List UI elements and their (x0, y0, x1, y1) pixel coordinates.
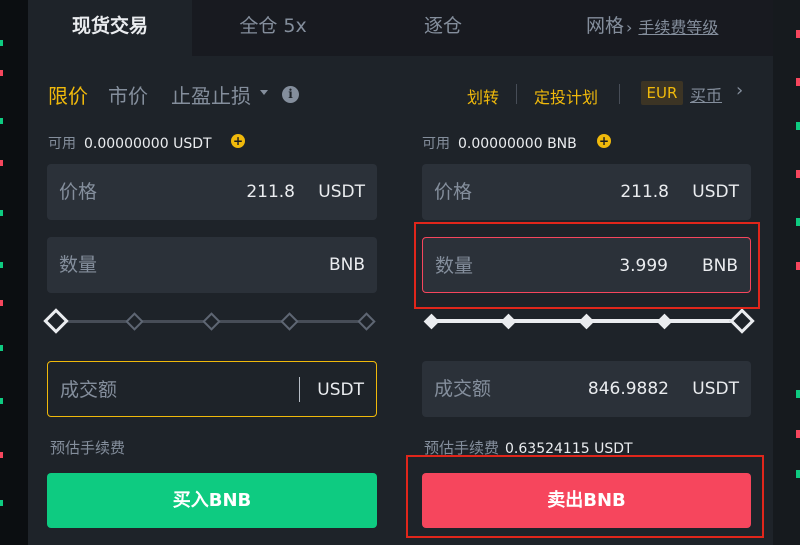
sell-price-input[interactable]: 价格 211.8 USDT (422, 164, 751, 220)
field-unit: USDT (692, 379, 739, 399)
slider-handle[interactable] (43, 308, 69, 334)
text-cursor (299, 377, 300, 402)
field-unit: BNB (328, 255, 365, 275)
tab-cross-margin[interactable]: 全仓 5x (208, 0, 338, 56)
plus-circle-icon[interactable]: + (231, 134, 245, 148)
available-value: 0.00000000 USDT (84, 136, 212, 152)
tab-isolated-margin[interactable]: 逐仓 (388, 0, 498, 56)
highlight-box (406, 455, 764, 538)
order-type-market[interactable]: 市价 (108, 80, 148, 109)
field-label: 成交额 (434, 378, 492, 400)
field-label: 价格 (59, 181, 98, 203)
buy-amount-input[interactable]: 数量 BNB (47, 237, 377, 293)
field-value: 846.9882 (587, 379, 669, 399)
order-type-stop-limit[interactable]: 止盈止损 (171, 80, 251, 109)
buy-price-input[interactable]: 价格 211.8 USDT (47, 164, 377, 220)
chevron-right-icon[interactable]: › (736, 80, 743, 101)
buy-percent-slider[interactable] (43, 308, 377, 334)
field-label: 价格 (434, 181, 473, 203)
buy-crypto-link[interactable]: 买币 (690, 82, 722, 106)
fee-level-link[interactable]: › 手续费等级 (626, 14, 718, 38)
buy-button[interactable]: 买入BNB (47, 473, 377, 528)
field-unit: USDT (317, 380, 364, 400)
field-unit: USDT (318, 182, 365, 202)
slider-handle[interactable] (729, 308, 755, 334)
field-value: 211.8 (620, 182, 669, 202)
available-label: 可用 (48, 136, 76, 152)
chevron-right-icon: › (626, 18, 633, 37)
field-unit: USDT (692, 182, 739, 202)
available-value: 0.00000000 BNB (458, 136, 577, 152)
slider-step-100[interactable] (357, 312, 376, 331)
divider (516, 84, 517, 104)
field-label: 数量 (59, 254, 98, 276)
tab-grid[interactable]: 网格 (586, 0, 626, 56)
field-label: 成交额 (60, 379, 118, 401)
slider-step-0[interactable] (423, 313, 440, 330)
tab-spot[interactable]: 现货交易 (28, 0, 192, 56)
sell-total-input[interactable]: 成交额 846.9882 USDT (422, 361, 751, 417)
field-value: 211.8 (246, 182, 295, 202)
slider-step-50[interactable] (202, 312, 221, 331)
slider-step-25[interactable] (500, 313, 517, 330)
slider-step-75[interactable] (656, 313, 673, 330)
highlight-box (414, 222, 760, 309)
slider-step-50[interactable] (578, 313, 595, 330)
transfer-link[interactable]: 划转 (467, 84, 499, 108)
buy-available: 可用 0.00000000 USDT (48, 133, 212, 153)
available-label: 可用 (422, 136, 450, 152)
buy-total-input[interactable]: 成交额 USDT (47, 361, 377, 417)
buy-fee-estimate: 预估手续费 (50, 437, 125, 458)
slider-step-75[interactable] (280, 312, 299, 331)
recurring-plan-link[interactable]: 定投计划 (534, 84, 598, 108)
fee-label: 预估手续费 (50, 439, 126, 457)
trade-mode-tabs: 现货交易 全仓 5x 逐仓 网格 › 手续费等级 (28, 0, 773, 56)
sell-percent-slider[interactable] (422, 308, 755, 334)
divider (619, 84, 620, 104)
order-type-limit[interactable]: 限价 (48, 80, 88, 109)
currency-badge[interactable]: EUR (641, 81, 683, 105)
market-list-edge (772, 0, 800, 545)
order-book-edge (0, 0, 28, 545)
caret-down-icon[interactable] (260, 90, 268, 95)
sell-available: 可用 0.00000000 BNB (422, 133, 577, 153)
info-icon[interactable]: i (282, 86, 299, 103)
fee-level-label: 手续费等级 (638, 18, 719, 37)
slider-step-25[interactable] (125, 312, 144, 331)
plus-circle-icon[interactable]: + (597, 134, 611, 148)
